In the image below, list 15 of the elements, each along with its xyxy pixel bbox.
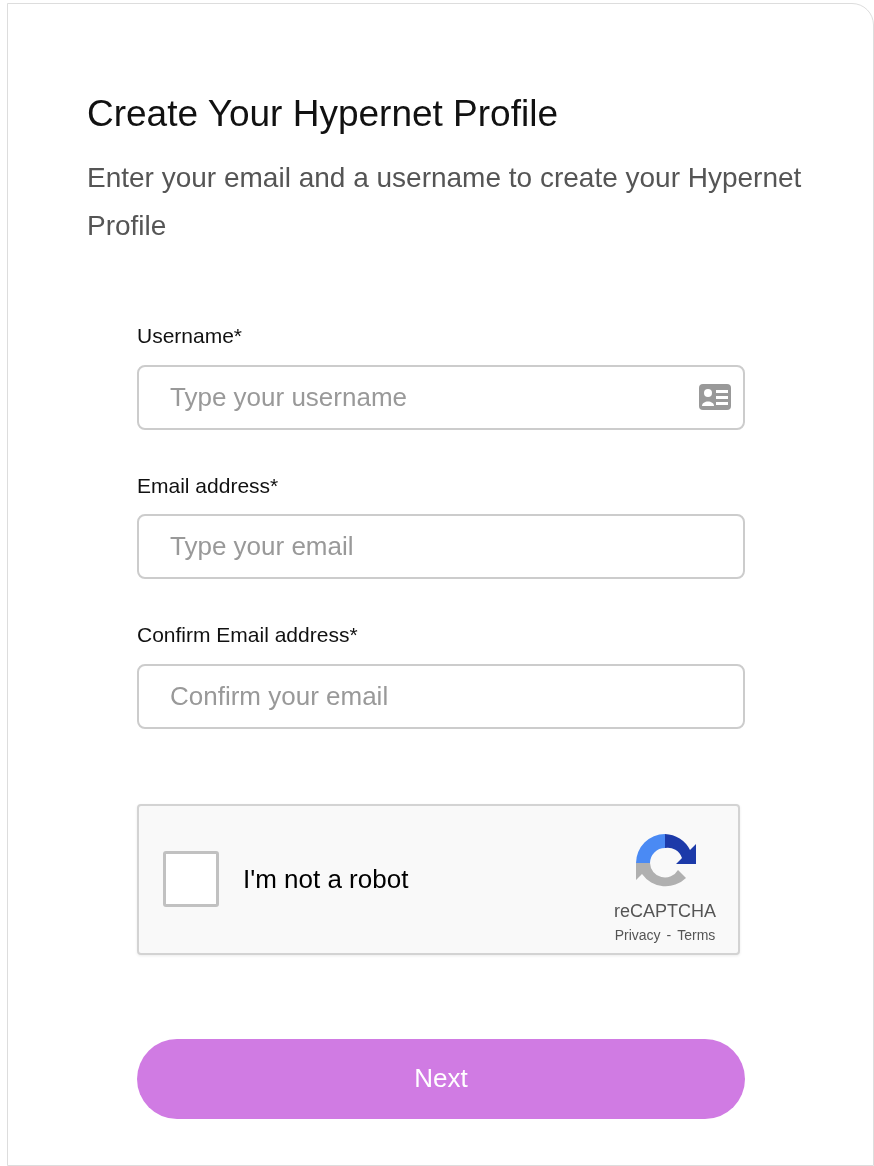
field-label: Username* (137, 323, 244, 350)
footer-link[interactable]: Privacy (614, 925, 661, 947)
page-title: Create Your Hypernet Profile (87, 92, 559, 136)
captcha-brand: reCAPTCHA (614, 900, 716, 924)
input-field[interactable]: Confirm your email (137, 663, 745, 729)
input-field[interactable]: Type your username (137, 364, 745, 430)
field-label: Confirm Email address* (137, 622, 359, 649)
page-subtitle: Enter your email and a username to create your Hypernet Profile (87, 161, 803, 244)
link-separator: - (666, 926, 672, 946)
contact-card-icon (699, 383, 731, 410)
field-label: Email address* (137, 472, 280, 499)
footer-link[interactable]: Terms (677, 925, 716, 947)
captcha-label: I'm not a robot (243, 862, 410, 896)
captcha-checkbox[interactable] (163, 851, 219, 908)
input-field[interactable]: Type your email (137, 514, 745, 580)
